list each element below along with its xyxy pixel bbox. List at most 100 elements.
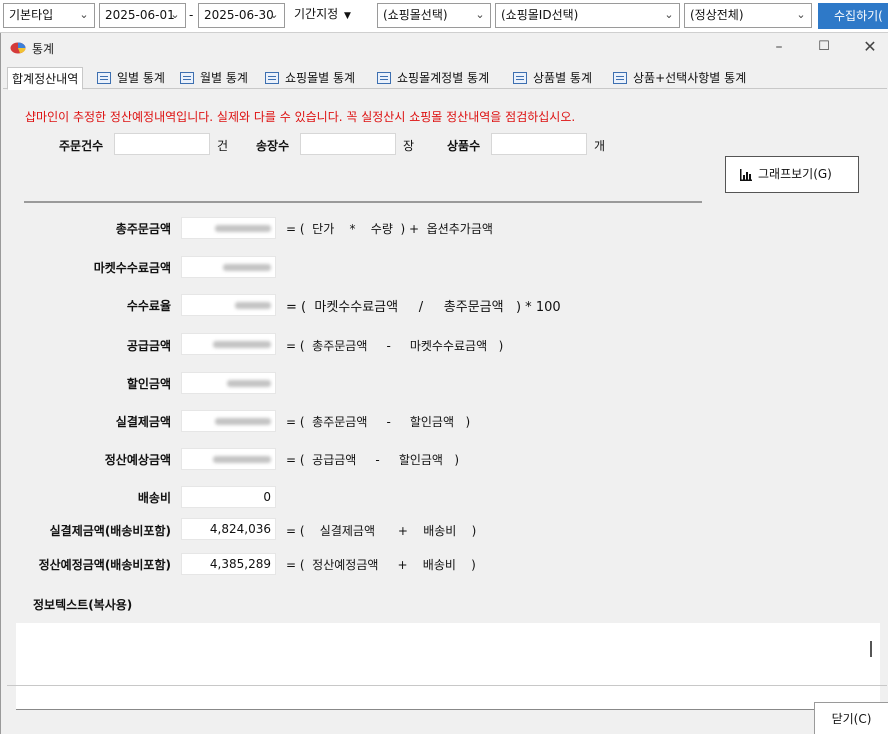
footer-divider xyxy=(7,685,887,686)
close-button[interactable]: 닫기(C) xyxy=(814,702,888,734)
mall-id-select-value: (쇼핑몰ID선택) xyxy=(501,8,579,22)
scrollbar-thumb[interactable] xyxy=(870,641,872,657)
expected-settlement-formula: = ( 공급금액 - 할인금액 ) xyxy=(286,453,460,467)
window-title: 통계 xyxy=(32,42,55,56)
supply-amount-label: 공급금액 xyxy=(126,339,171,353)
order-count-field[interactable] xyxy=(114,133,210,155)
shipping-fee-field[interactable]: 0 xyxy=(181,486,276,508)
title-bar: 통계 – ☐ ✕ xyxy=(1,33,888,62)
tab-label: 월별 통계 xyxy=(200,71,248,85)
chevron-down-icon: ⌄ xyxy=(664,8,674,21)
chevron-down-icon: ⌄ xyxy=(475,8,485,21)
expected-settlement-field[interactable] xyxy=(181,448,276,470)
tab-label: 쇼핑몰별 통계 xyxy=(285,71,356,85)
total-order-amount-formula: = ( 단가 * 수량 ) + 옵션추가금액 xyxy=(286,222,493,236)
status-select-value: (정상전체) xyxy=(690,8,744,22)
redacted-value xyxy=(215,225,271,232)
market-fee-amount-field[interactable] xyxy=(181,256,276,278)
discount-amount-label: 할인금액 xyxy=(126,377,171,391)
discount-amount-field[interactable] xyxy=(181,372,276,394)
info-text-label: 정보텍스트(복사용) xyxy=(33,598,133,612)
supply-amount-field[interactable] xyxy=(181,333,276,355)
tab-monthly[interactable]: 월별 통계 xyxy=(180,67,248,89)
top-toolbar: 기본타입 ⌄ 2025-06-01 ⌄ - 2025-06-30 ⌄ 기간지정 … xyxy=(0,0,888,33)
graph-view-button[interactable]: 그래프보기(G) xyxy=(725,156,859,193)
redacted-value xyxy=(213,456,271,463)
tab-by-product[interactable]: 상품별 통계 xyxy=(513,67,592,89)
expected-settlement-label: 정산예상금액 xyxy=(104,453,171,467)
date-to-value: 2025-06-30 xyxy=(204,8,274,22)
total-order-amount-label: 총주문금액 xyxy=(115,222,171,236)
invoice-count-field[interactable] xyxy=(300,133,396,155)
caret-down-icon: ▼ xyxy=(344,11,351,21)
tab-label: 쇼핑몰계정별 통계 xyxy=(397,71,490,85)
table-icon xyxy=(180,72,194,84)
total-order-amount-field[interactable] xyxy=(181,217,276,239)
redacted-value xyxy=(235,302,271,309)
date-from-value: 2025-06-01 xyxy=(105,8,175,22)
table-icon xyxy=(613,72,627,84)
tab-total-settlement[interactable]: 합계정산내역 xyxy=(7,67,84,90)
table-icon xyxy=(265,72,279,84)
minimize-icon[interactable]: – xyxy=(764,37,794,57)
statistics-window: 통계 – ☐ ✕ 합계정산내역 일별 통계 월별 통계 쇼핑몰별 통계 쇼핑몰계… xyxy=(0,33,888,734)
product-count-field[interactable] xyxy=(491,133,587,155)
date-from-picker[interactable]: 2025-06-01 ⌄ xyxy=(99,3,186,28)
period-button-label: 기간지정 xyxy=(294,7,339,21)
tab-by-mall-account[interactable]: 쇼핑몰계정별 통계 xyxy=(377,67,489,89)
chevron-down-icon: ⌄ xyxy=(796,8,806,21)
mall-select-value: (쇼핑몰선택) xyxy=(383,8,448,22)
order-count-unit: 건 xyxy=(217,139,229,153)
actual-payment-label: 실결제금액 xyxy=(115,415,171,429)
actual-payment-field[interactable] xyxy=(181,410,276,432)
table-icon xyxy=(97,72,111,84)
expected-settlement-with-shipping-label: 정산예정금액(배송비포함) xyxy=(38,558,171,572)
mall-select[interactable]: (쇼핑몰선택) ⌄ xyxy=(377,3,491,28)
divider xyxy=(24,201,702,203)
mall-id-select[interactable]: (쇼핑몰ID선택) ⌄ xyxy=(495,3,680,28)
invoice-count-label: 송장수 xyxy=(256,139,290,153)
product-count-unit: 개 xyxy=(594,139,606,153)
redacted-value xyxy=(215,418,271,425)
redacted-value xyxy=(223,264,271,271)
collect-button[interactable]: 수집하기( xyxy=(818,3,888,29)
tab-daily[interactable]: 일별 통계 xyxy=(97,67,165,89)
settlement-panel: 샵마인이 추정한 정산예정내역입니다. 실제와 다를 수 있습니다. 꼭 실정산… xyxy=(5,90,885,710)
chevron-down-icon: ⌄ xyxy=(269,8,279,21)
expected-settlement-with-shipping-field[interactable]: 4,385,289 xyxy=(181,553,276,575)
chevron-down-icon: ⌄ xyxy=(170,8,180,21)
actual-payment-with-shipping-field[interactable]: 4,824,036 xyxy=(181,518,276,540)
invoice-count-unit: 장 xyxy=(403,139,415,153)
pie-chart-icon xyxy=(10,42,26,54)
tab-label: 합계정산내역 xyxy=(12,72,79,86)
actual-payment-formula: = ( 총주문금액 - 할인금액 ) xyxy=(286,415,471,429)
fee-rate-formula: = ( 마켓수수료금액 / 총주문금액 ) * 100 xyxy=(286,300,561,315)
close-icon[interactable]: ✕ xyxy=(855,37,885,57)
info-text-area[interactable] xyxy=(16,623,880,710)
expected-settlement-with-shipping-formula: = ( 정산예정금액 + 배송비 ) xyxy=(286,558,476,572)
tab-by-product-option[interactable]: 상품+선택사항별 통계 xyxy=(613,67,746,89)
date-separator: - xyxy=(189,8,194,22)
fee-rate-field[interactable] xyxy=(181,294,276,316)
redacted-value xyxy=(227,380,271,387)
actual-payment-with-shipping-formula: = ( 실결제금액 + 배송비 ) xyxy=(286,524,477,538)
bar-chart-icon xyxy=(740,169,752,181)
tab-label: 상품+선택사항별 통계 xyxy=(633,71,747,85)
status-select[interactable]: (정상전체) ⌄ xyxy=(684,3,812,28)
table-icon xyxy=(377,72,391,84)
warning-notice: 샵마인이 추정한 정산예정내역입니다. 실제와 다를 수 있습니다. 꼭 실정산… xyxy=(25,110,576,124)
tab-bar: 합계정산내역 일별 통계 월별 통계 쇼핑몰별 통계 쇼핑몰계정별 통계 상품별… xyxy=(3,67,887,90)
type-select[interactable]: 기본타입 ⌄ xyxy=(3,3,95,28)
date-to-picker[interactable]: 2025-06-30 ⌄ xyxy=(198,3,285,28)
period-button[interactable]: 기간지정 ▼ xyxy=(289,3,359,28)
maximize-icon[interactable]: ☐ xyxy=(809,37,839,57)
tab-label: 상품별 통계 xyxy=(533,71,593,85)
type-select-value: 기본타입 xyxy=(9,8,54,22)
tab-by-mall[interactable]: 쇼핑몰별 통계 xyxy=(265,67,355,89)
order-count-label: 주문건수 xyxy=(59,139,104,153)
supply-amount-formula: = ( 총주문금액 - 마켓수수료금액 ) xyxy=(286,339,504,353)
redacted-value xyxy=(213,341,271,348)
actual-payment-with-shipping-label: 실결제금액(배송비포함) xyxy=(49,524,171,538)
shipping-fee-label: 배송비 xyxy=(137,491,171,505)
tab-label: 일별 통계 xyxy=(117,71,165,85)
